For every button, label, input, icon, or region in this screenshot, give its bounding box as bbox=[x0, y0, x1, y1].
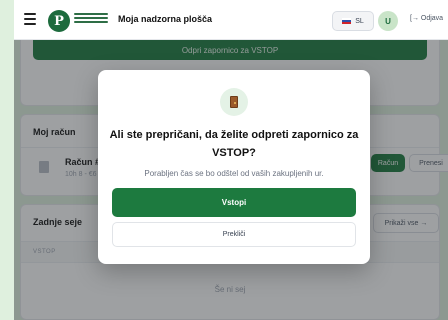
page: P Moja nadzorna plošča SL U [→ Odjava Od… bbox=[0, 0, 448, 320]
cancel-button[interactable]: Prekliči bbox=[112, 222, 356, 247]
top-bar: P Moja nadzorna plošča SL U [→ Odjava bbox=[14, 0, 448, 40]
dialog-message: Porabljen čas se bo odštel od vaših zaku… bbox=[144, 169, 324, 178]
language-label: SL bbox=[355, 17, 364, 25]
logo-text bbox=[74, 13, 108, 29]
logo: P bbox=[48, 10, 70, 32]
dialog-title: Ali ste prepričani, da želite odpreti za… bbox=[109, 129, 359, 159]
language-button[interactable]: SL bbox=[332, 11, 374, 31]
confirm-button[interactable]: Vstopi bbox=[112, 188, 356, 217]
logout-button[interactable]: [→ Odjava bbox=[410, 15, 443, 22]
door-icon bbox=[220, 88, 248, 116]
avatar[interactable]: U bbox=[378, 11, 398, 31]
confirm-dialog: Ali ste prepričani, da želite odpreti za… bbox=[98, 70, 370, 264]
flag-icon bbox=[342, 18, 352, 24]
menu-icon[interactable] bbox=[24, 13, 36, 25]
app-title: Moja nadzorna plošča bbox=[118, 14, 213, 24]
